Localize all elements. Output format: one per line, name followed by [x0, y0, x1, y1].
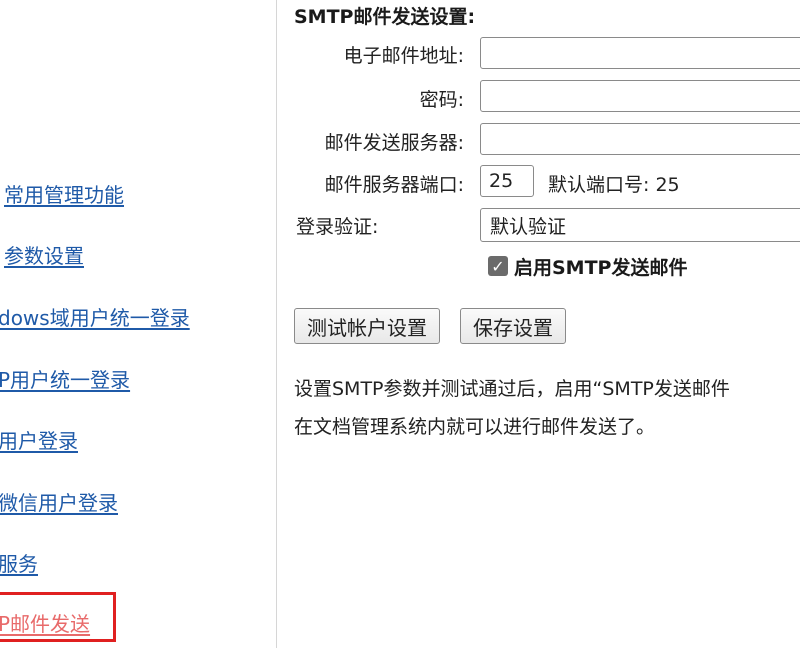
auth-select[interactable]: 默认验证 [480, 208, 800, 242]
sidebar-item-user-login[interactable]: 用户登录 [0, 425, 78, 454]
sidebar-item-common-functions[interactable]: 常用管理功能 [4, 179, 124, 208]
test-account-button[interactable]: 测试帐户设置 [294, 308, 440, 344]
description-line-1: 设置SMTP参数并测试通过后，启用“SMTP发送邮件 [294, 378, 730, 400]
server-label: 邮件发送服务器: [324, 132, 464, 154]
email-field[interactable] [480, 37, 800, 69]
active-item-highlight [0, 592, 116, 642]
section-title: SMTP邮件发送设置: [294, 6, 476, 28]
save-settings-button[interactable]: 保存设置 [460, 308, 566, 344]
port-field[interactable] [480, 165, 534, 197]
sidebar-divider [276, 0, 277, 648]
default-port-text: 默认端口号: 25 [548, 174, 680, 196]
password-field[interactable] [480, 80, 800, 112]
description-line-2: 在文档管理系统内就可以进行邮件发送了。 [294, 416, 656, 438]
sidebar: 常用管理功能 参数设置 dows域用户统一登录 P用户统一登录 用户登录 微信用… [0, 0, 276, 648]
port-label: 邮件服务器端口: [324, 174, 464, 196]
sidebar-item-wechat-login[interactable]: 微信用户登录 [0, 487, 118, 516]
page: 常用管理功能 参数设置 dows域用户统一登录 P用户统一登录 用户登录 微信用… [0, 0, 800, 648]
password-label: 密码: [419, 89, 464, 111]
sidebar-item-service[interactable]: 服务 [0, 548, 38, 577]
enable-smtp-row[interactable]: ✓ 启用SMTP发送邮件 [488, 251, 687, 281]
sidebar-item-windows-domain-login[interactable]: dows域用户统一登录 [0, 302, 190, 331]
sidebar-item-unified-login[interactable]: P用户统一登录 [0, 364, 130, 393]
sidebar-item-parameter-settings[interactable]: 参数设置 [4, 240, 84, 269]
email-label: 电子邮件地址: [343, 45, 464, 67]
enable-smtp-label: 启用SMTP发送邮件 [514, 256, 688, 279]
auth-label: 登录验证: [296, 216, 379, 238]
checkbox-checked-icon[interactable]: ✓ [488, 256, 508, 276]
server-field[interactable] [480, 123, 800, 155]
